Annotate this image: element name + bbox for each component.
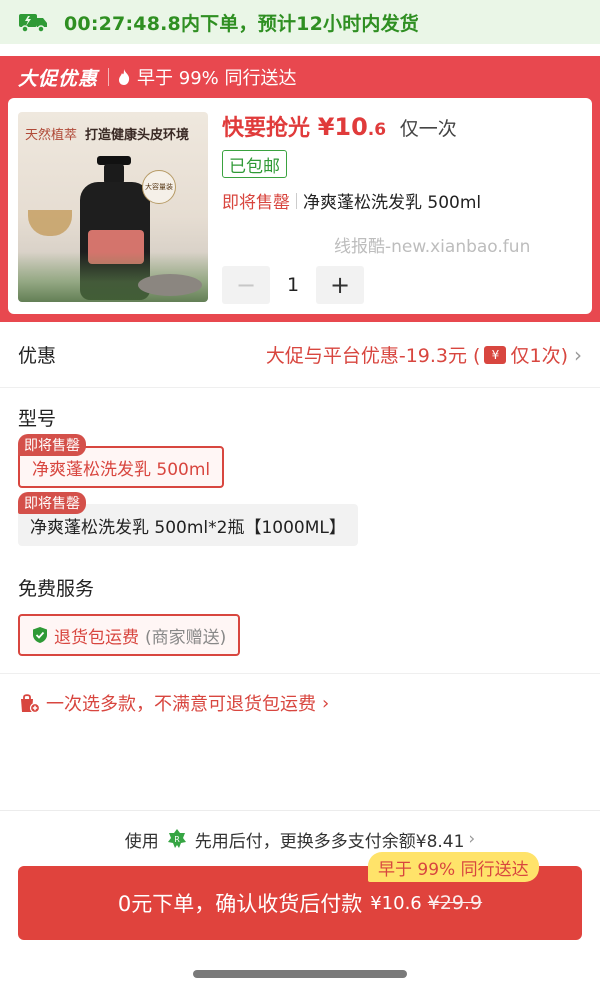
services-section-title: 免费服务 (18, 578, 95, 600)
image-tagline-1: 天然植萃 (25, 128, 78, 143)
price-currency: ¥ (317, 113, 335, 141)
model-option-label: 净爽蓬松洗发乳 500ml*2瓶【1000ML】 (30, 517, 346, 538)
stone-illustration (138, 274, 202, 296)
service-note: (商家赠送) (145, 627, 227, 648)
promo-fast-delivery: 早于 99% 同行送达 (137, 68, 297, 89)
name-divider (296, 192, 297, 209)
free-shipping-badge: 已包邮 (222, 150, 287, 178)
image-badge: 大容量装 (142, 170, 176, 204)
watermark: 线报酷-new.xianbao.fun (334, 237, 531, 257)
product-name: 净爽蓬松洗发乳 500ml (303, 193, 482, 213)
early-delivery-tag: 早于 99% 同行送达 (368, 852, 539, 882)
return-shipping-service[interactable]: 退货包运费 (商家赠送) (18, 614, 241, 656)
home-indicator[interactable] (193, 970, 407, 978)
shield-check-icon (32, 626, 48, 644)
model-option-label: 净爽蓬松洗发乳 500ml (32, 459, 211, 480)
pay-later-row[interactable]: 使用 R 先用后付，更换多多支付余额¥8.41 › (0, 822, 600, 856)
product-image[interactable]: 天然植萃 打造健康头皮环境 大容量装 (18, 112, 208, 302)
order-button-old-price: ¥29.9 (427, 892, 483, 914)
discount-limit: 仅1次) (510, 345, 568, 367)
svg-text:R: R (174, 835, 180, 844)
product-card: 天然植萃 打造健康头皮环境 大容量装 快要抢光 ¥10.6 仅一次 已包邮 即将… (8, 98, 592, 314)
product-name-line: 即将售罄 净爽蓬松洗发乳 500ml (222, 188, 481, 213)
bottle-neck (104, 164, 124, 184)
sold-out-soon-label: 即将售罄 (222, 193, 290, 213)
promo-header: 大促优惠 早于 99% 同行送达 (0, 56, 600, 98)
chevron-right-icon: › (574, 342, 582, 367)
pay-later-text: 先用后付，更换多多支付余额¥8.41 (194, 831, 465, 852)
discount-amount: 大促与平台优惠-19.3元 ( (265, 345, 481, 367)
promo-section: 大促优惠 早于 99% 同行送达 天然植萃 打造健康头皮环境 大容量装 快要抢光… (0, 56, 600, 322)
pay-later-badge-icon: R (165, 827, 189, 851)
discount-label: 优惠 (18, 345, 57, 367)
service-name: 退货包运费 (54, 627, 139, 648)
discount-row[interactable]: 优惠 大促与平台优惠-19.3元 ( ¥ 仅1次) › (0, 322, 600, 388)
promo-divider (108, 68, 110, 86)
price-integer: 10 (334, 113, 368, 141)
decrease-button[interactable]: − (222, 266, 270, 304)
increase-button[interactable]: + (316, 266, 364, 304)
discount-value: 大促与平台优惠-19.3元 ( ¥ 仅1次) › (266, 341, 582, 368)
price-decimal: .6 (367, 120, 387, 140)
quantity-value[interactable]: 1 (270, 274, 316, 296)
footer-divider (0, 810, 600, 811)
grab-label: 快要抢光 (222, 116, 311, 141)
order-button-price: ¥10.6 (370, 892, 422, 914)
flash-price: 快要抢光 ¥10.6 仅一次 (222, 110, 457, 142)
model-option-tag: 即将售罄 (18, 434, 86, 456)
model-section-title: 型号 (18, 408, 57, 430)
image-tagline-2: 打造健康头皮环境 (85, 128, 190, 143)
multi-select-text: 一次选多款，不满意可退货包运费 (46, 694, 316, 715)
teacup-illustration (28, 210, 72, 236)
truck-icon (18, 10, 48, 34)
shipping-banner: 00:27:48.8内下单，预计12小时内发货 (0, 0, 600, 44)
shipping-countdown-text: 00:27:48.8内下单，预计12小时内发货 (64, 12, 419, 35)
section-divider (0, 673, 600, 674)
model-option-tag: 即将售罄 (18, 492, 86, 514)
once-label: 仅一次 (399, 118, 457, 140)
shopping-bag-icon (18, 692, 40, 714)
pay-later-prefix: 使用 (124, 831, 159, 852)
order-button-label: 0元下单，确认收货后付款 (117, 892, 363, 916)
promo-title: 大促优惠 (18, 67, 99, 90)
coupon-icon: ¥ (484, 345, 507, 364)
quantity-stepper: − 1 + (222, 266, 364, 304)
chevron-right-icon: › (322, 692, 330, 714)
fire-icon (117, 68, 131, 86)
chevron-right-icon: › (468, 829, 476, 849)
multi-select-link[interactable]: 一次选多款，不满意可退货包运费 › (18, 690, 329, 716)
